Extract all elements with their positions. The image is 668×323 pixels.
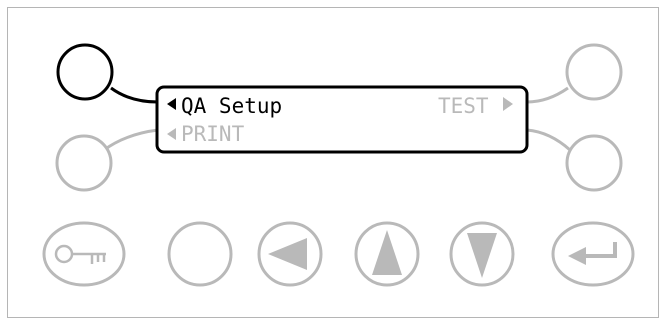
enter-button[interactable] xyxy=(551,221,635,287)
left-button[interactable] xyxy=(257,221,323,287)
connector-top-right xyxy=(526,86,569,104)
display-line1-right: TEST xyxy=(438,94,489,118)
softkey-top-right[interactable] xyxy=(565,43,623,101)
blank-button[interactable] xyxy=(167,221,233,287)
softkey-top-left[interactable] xyxy=(56,43,114,101)
connector-bottom-left xyxy=(103,128,159,152)
connector-bottom-right xyxy=(526,128,572,152)
down-button[interactable] xyxy=(449,221,515,287)
control-panel-graphics xyxy=(42,43,635,287)
display-line1-left: QA Setup xyxy=(181,94,283,118)
up-button[interactable] xyxy=(354,221,420,287)
key-button[interactable] xyxy=(42,221,126,287)
display-line2-left: PRINT xyxy=(181,122,245,146)
softkey-bottom-left[interactable] xyxy=(55,134,113,192)
connector-top-left xyxy=(110,86,159,104)
softkey-bottom-right[interactable] xyxy=(565,134,623,192)
